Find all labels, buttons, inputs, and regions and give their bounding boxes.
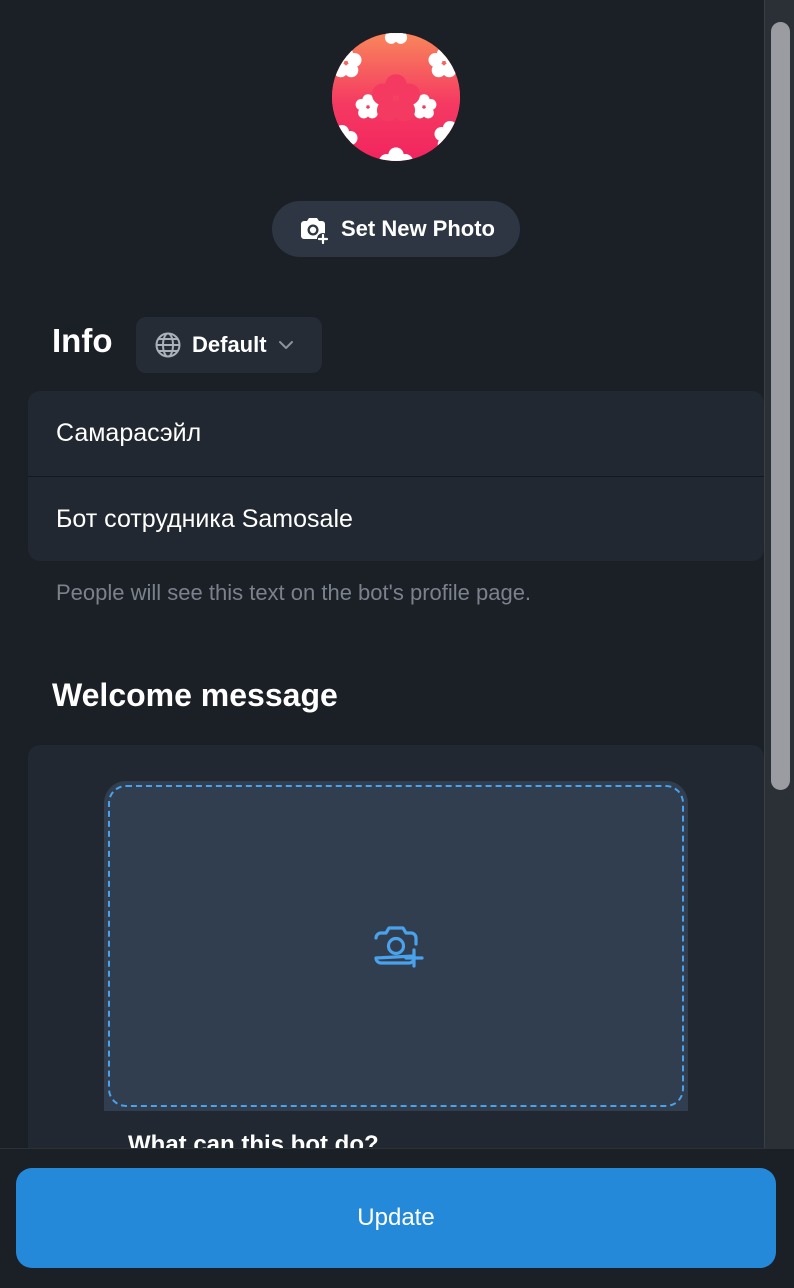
camera-add-icon — [374, 926, 424, 968]
info-fields-card: Самарасэйл Бот сотрудника Samosale — [28, 391, 764, 561]
update-button[interactable]: Update — [16, 1168, 776, 1268]
set-new-photo-button[interactable]: Set New Photo — [272, 201, 520, 257]
chevron-down-icon — [278, 341, 293, 349]
avatar-flower-pattern — [332, 33, 460, 161]
bot-name-field[interactable]: Самарасэйл — [28, 391, 764, 476]
bot-description-field[interactable]: Бот сотрудника Samosale — [28, 476, 764, 561]
welcome-image-dropzone[interactable] — [108, 785, 684, 1107]
globe-icon — [155, 332, 181, 358]
language-dropdown-value: Default — [192, 332, 267, 357]
welcome-preview: What can this bot do? — [104, 781, 688, 1148]
scrollbar-thumb[interactable] — [771, 22, 790, 790]
info-section-title: Info — [52, 322, 113, 359]
scrollbar-track[interactable] — [764, 0, 794, 1148]
bot-avatar — [332, 33, 460, 161]
set-new-photo-label: Set New Photo — [340, 216, 495, 241]
language-dropdown[interactable]: Default — [136, 317, 322, 373]
welcome-message-card: What can this bot do? — [28, 745, 764, 1148]
camera-add-icon — [300, 218, 329, 245]
footer-bar: Update — [0, 1148, 794, 1288]
info-hint-text: People will see this text on the bot's p… — [56, 580, 532, 605]
update-button-label: Update — [357, 1204, 435, 1231]
preview-caption: What can this bot do? — [128, 1131, 379, 1148]
settings-scroll-area[interactable]: Set New Photo Info Default Самарасэйл Бо… — [0, 0, 764, 1148]
welcome-section-title: Welcome message — [52, 677, 338, 713]
